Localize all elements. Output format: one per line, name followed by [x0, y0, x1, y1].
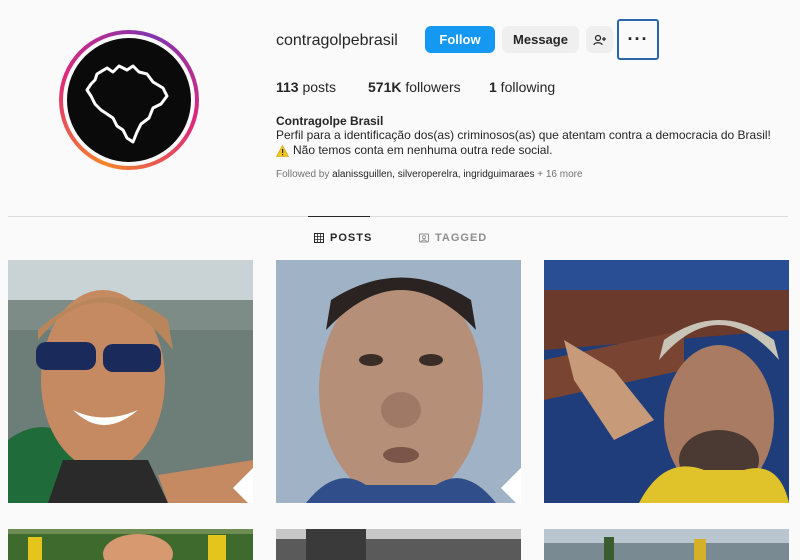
tab-tagged-label: TAGGED [435, 232, 488, 244]
followers-label: followers [401, 79, 461, 95]
avatar[interactable] [67, 38, 191, 162]
profile-avatar-ring[interactable] [59, 30, 199, 170]
post-image-man-selfie [276, 260, 521, 503]
followers-count-value: 571K [368, 79, 402, 95]
post-tile[interactable] [544, 260, 789, 503]
posts-count: 113 posts [276, 79, 336, 95]
brazil-map-logo [85, 64, 169, 144]
followed-by-more: + 16 more [534, 169, 583, 180]
post-tile[interactable] [276, 529, 521, 560]
posts-label: posts [298, 79, 336, 95]
followed-by[interactable]: Followed by alanissguillen, silveroperel… [276, 169, 583, 180]
posts-count-value: 113 [276, 79, 299, 95]
follow-button[interactable]: Follow [425, 26, 495, 53]
post-image-woman-sunglasses [8, 260, 253, 503]
warning-icon [276, 144, 289, 157]
profile-full-name: Contragolpe Brasil [276, 114, 384, 128]
followers-link[interactable]: 571K followers [368, 79, 461, 95]
tab-tagged[interactable]: TAGGED [419, 232, 487, 244]
post-tile[interactable] [8, 529, 253, 560]
bio-line-2: Não temos conta em nenhuma outra rede so… [276, 143, 552, 158]
tab-posts[interactable]: POSTS [314, 232, 372, 244]
post-image-man-cap [544, 260, 789, 503]
bio-line-2-text: Não temos conta em nenhuma outra rede so… [293, 143, 553, 157]
tag-icon [419, 233, 429, 243]
more-options-button[interactable]: ··· [617, 19, 659, 60]
post-tile[interactable] [544, 529, 789, 560]
tab-posts-label: POSTS [330, 232, 373, 244]
active-tab-indicator [308, 216, 370, 217]
message-button[interactable]: Message [502, 26, 579, 53]
following-count-value: 1 [489, 79, 497, 95]
suggest-people-button[interactable] [586, 26, 613, 53]
tabs-divider [8, 216, 788, 217]
pin-icon [500, 467, 521, 503]
pin-icon [232, 467, 253, 503]
grid-icon [314, 233, 324, 243]
following-label: following [496, 79, 556, 95]
post-image-crowd [8, 529, 253, 560]
person-add-icon [592, 34, 606, 45]
followed-by-names[interactable]: alanissguillen, silveroperelra, ingridgu… [332, 169, 534, 180]
following-link[interactable]: 1 following [489, 79, 555, 95]
post-image-protest [544, 529, 789, 560]
bio-line-1: Perfil para a identificação dos(as) crim… [276, 128, 771, 142]
post-image-building [276, 529, 521, 560]
profile-username: contragolpebrasil [276, 32, 398, 49]
followed-by-prefix: Followed by [276, 169, 333, 180]
post-tile[interactable] [276, 260, 521, 503]
post-tile[interactable] [8, 260, 253, 503]
